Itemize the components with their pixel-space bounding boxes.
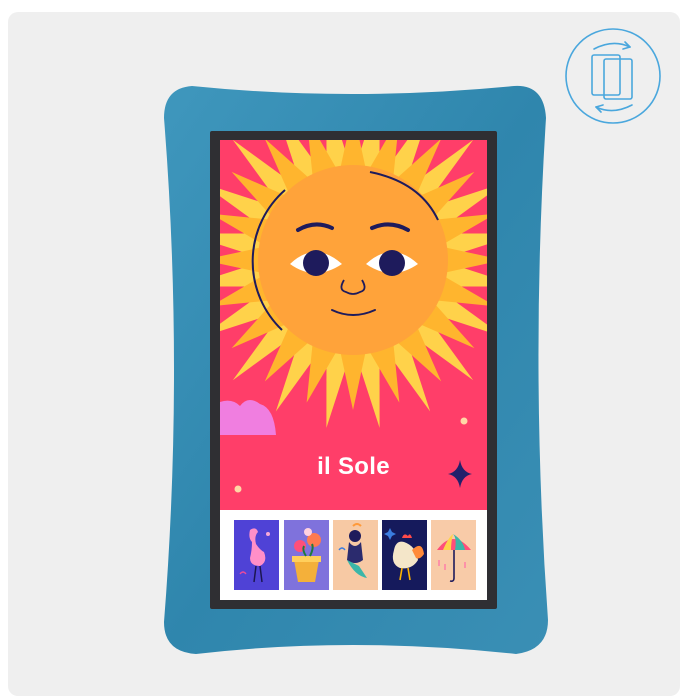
hero-card[interactable]: il Sole <box>220 140 487 510</box>
thumbnail-rooster[interactable] <box>382 520 427 590</box>
thumbnail-flamingo[interactable] <box>234 520 279 590</box>
kiosk-screen: il Sole <box>220 140 487 600</box>
thumbnail-umbrella[interactable] <box>431 520 476 590</box>
rotate-device-button[interactable] <box>564 27 662 125</box>
thumbnail-flower-pot[interactable] <box>284 520 329 590</box>
thumbnail-strip <box>220 512 487 600</box>
card-title: il Sole <box>317 453 390 480</box>
thumbnail-mermaid[interactable] <box>333 520 378 590</box>
rotate-device-icon <box>591 41 633 113</box>
